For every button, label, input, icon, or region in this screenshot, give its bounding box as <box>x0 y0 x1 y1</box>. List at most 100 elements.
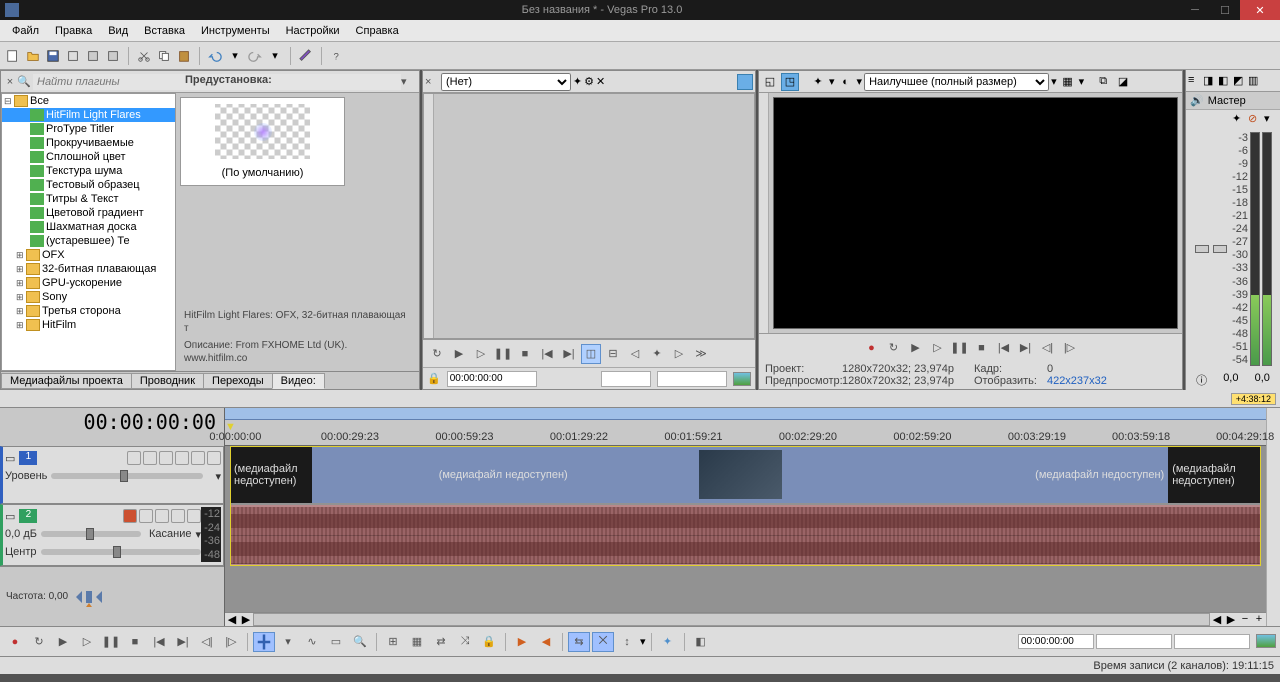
more-icon[interactable]: ≫ <box>691 344 711 364</box>
tree-folder[interactable]: GPU-ускорение <box>42 277 122 289</box>
timecode-display[interactable]: 00:00:00:00 <box>0 408 224 446</box>
save-snap-icon[interactable]: ◪ <box>1114 73 1132 91</box>
plugins-tree[interactable]: ⊟Все HitFilm Light Flares ProType Titler… <box>1 93 176 371</box>
plugin-item[interactable]: (устаревшее) Те <box>46 235 130 247</box>
timeline-ruler[interactable]: 0:00:00:00 00:00:29:23 00:00:59:23 00:01… <box>225 408 1266 446</box>
mixer-icon1[interactable]: ≡ <box>1188 74 1202 88</box>
tree-folder[interactable]: OFX <box>42 249 65 261</box>
mixer-icon3[interactable]: ◧ <box>1218 74 1232 88</box>
tl-prev-frame-icon[interactable]: ◁| <box>196 632 218 652</box>
avol-slider[interactable] <box>41 531 141 537</box>
thumbnail-icon[interactable] <box>733 372 751 386</box>
copy-snap-icon[interactable]: ⧉ <box>1094 73 1112 91</box>
tab-explorer[interactable]: Проводник <box>131 373 204 389</box>
plugin-item[interactable]: Текстура шума <box>46 165 122 177</box>
tl-pause-icon[interactable]: ❚❚ <box>100 632 122 652</box>
play-begin-icon[interactable]: ▶ <box>906 338 926 358</box>
mute-icon[interactable] <box>191 451 205 465</box>
timeline-hscroll[interactable]: ◀ ▶ ◀ ▶ − + <box>225 612 1266 626</box>
aauto-icon[interactable] <box>155 509 169 523</box>
undo-drop-icon[interactable]: ▾ <box>226 47 244 65</box>
preview-device-icon[interactable]: ◳ <box>781 73 799 91</box>
play-icon[interactable]: ▷ <box>928 338 948 358</box>
menu-help[interactable]: Справка <box>348 23 407 39</box>
tl-zoom-icon[interactable]: 🔍 <box>349 632 371 652</box>
tl-marker-in-icon[interactable]: ▶ <box>511 632 533 652</box>
tc-field-1[interactable] <box>1018 634 1094 649</box>
video-clip-thumb[interactable] <box>694 446 787 503</box>
preview-fx-icon[interactable]: ✦ <box>809 73 827 91</box>
tl-autoripple-icon[interactable]: ⇄ <box>430 632 452 652</box>
properties-icon[interactable] <box>84 47 102 65</box>
master-foot-icon[interactable]: ⓘ <box>1196 372 1207 388</box>
step-fwd-icon[interactable]: |▷ <box>1060 338 1080 358</box>
preview-quality-select[interactable]: Наилучшее (полный размер) <box>864 73 1049 91</box>
tl-select-icon[interactable]: ▭ <box>325 632 347 652</box>
master-solo-icon[interactable]: ▾ <box>1264 112 1278 126</box>
tl-autocross-icon[interactable]: ⤨ <box>454 632 476 652</box>
master-fx-icon[interactable]: ✦ <box>1232 112 1246 126</box>
tl-region-icon[interactable]: ◧ <box>690 632 712 652</box>
bypass-fx-icon[interactable] <box>127 451 141 465</box>
tree-folder[interactable]: 32-битная плавающая <box>42 263 156 275</box>
video-track-header[interactable]: ▭ 1 Уровень ▾ <box>0 446 224 504</box>
fx-chain-icon[interactable]: ⚙ <box>584 75 594 88</box>
tl-loop-icon[interactable]: ↻ <box>28 632 50 652</box>
tc-field-2[interactable] <box>1096 634 1172 649</box>
cp-close-icon[interactable]: × <box>425 76 439 88</box>
tab-transitions[interactable]: Переходы <box>203 373 273 389</box>
open-icon[interactable] <box>24 47 42 65</box>
fader-left[interactable] <box>1194 132 1210 366</box>
loop-icon[interactable]: ↻ <box>427 344 447 364</box>
fx-timecode[interactable] <box>447 371 537 387</box>
touch-label[interactable]: Касание <box>149 528 191 540</box>
tab-project-media[interactable]: Медиафайлы проекта <box>1 373 132 389</box>
close-button[interactable]: ✕ <box>1240 0 1280 20</box>
tl-go-end-icon[interactable]: ▶| <box>172 632 194 652</box>
tl-quantize-icon[interactable]: ▦ <box>406 632 428 652</box>
tl-crossfade-icon[interactable]: ⨉ <box>592 632 614 652</box>
tab-video[interactable]: Видео: <box>272 373 325 389</box>
track-motion-icon[interactable] <box>143 451 157 465</box>
render-icon[interactable] <box>64 47 82 65</box>
stop-icon[interactable]: ■ <box>515 344 535 364</box>
tl-play-begin-icon[interactable]: ▶ <box>52 632 74 652</box>
plugin-item[interactable]: Прокручиваемые <box>46 137 134 149</box>
undo-icon[interactable] <box>206 47 224 65</box>
lock-icon[interactable]: 🔒 <box>427 372 441 385</box>
menu-view[interactable]: Вид <box>100 23 136 39</box>
new-project-icon[interactable] <box>4 47 22 65</box>
fx-window-icon[interactable] <box>737 74 753 90</box>
go-start-icon[interactable]: |◀ <box>537 344 557 364</box>
mixer-icon5[interactable]: ▥ <box>1248 74 1262 88</box>
fx-box2[interactable] <box>657 371 727 387</box>
brush-icon[interactable] <box>297 47 315 65</box>
cut-icon[interactable] <box>135 47 153 65</box>
shuttle-control[interactable] <box>74 587 104 607</box>
play-begin-icon[interactable]: ▶ <box>449 344 469 364</box>
vlevel-slider[interactable] <box>51 473 203 479</box>
timeline-tracks[interactable]: (медиафайл недоступен) (медиафайл недост… <box>225 446 1266 612</box>
maximize-button[interactable]: ☐ <box>1210 0 1240 20</box>
tl-marker-out-icon[interactable]: ◀ <box>535 632 557 652</box>
tl-record-icon[interactable]: ● <box>4 632 26 652</box>
fx-select[interactable]: (Нет) <box>441 73 571 91</box>
tl-normal-edit-icon[interactable] <box>253 632 275 652</box>
props2-icon[interactable] <box>104 47 122 65</box>
tl-snap-icon[interactable]: ⊞ <box>382 632 404 652</box>
key-prev-icon[interactable]: ◁ <box>625 344 645 364</box>
pause-icon[interactable]: ❚❚ <box>950 338 970 358</box>
go-end-icon[interactable]: ▶| <box>559 344 579 364</box>
pause-icon[interactable]: ❚❚ <box>493 344 513 364</box>
record-icon[interactable]: ● <box>862 338 882 358</box>
help-icon[interactable]: ? <box>328 47 346 65</box>
play-icon[interactable]: ▷ <box>471 344 491 364</box>
minimize-button[interactable]: ─ <box>1180 0 1210 20</box>
tl-mode-drop-icon[interactable]: ▾ <box>277 632 299 652</box>
search-drop-icon[interactable]: ▾ <box>401 75 417 88</box>
apan-slider[interactable] <box>41 549 202 555</box>
audio-clip[interactable] <box>230 505 1261 566</box>
tl-stop-icon[interactable]: ■ <box>124 632 146 652</box>
tl-play-icon[interactable]: ▷ <box>76 632 98 652</box>
fx-on-icon[interactable]: ✦ <box>573 75 582 88</box>
